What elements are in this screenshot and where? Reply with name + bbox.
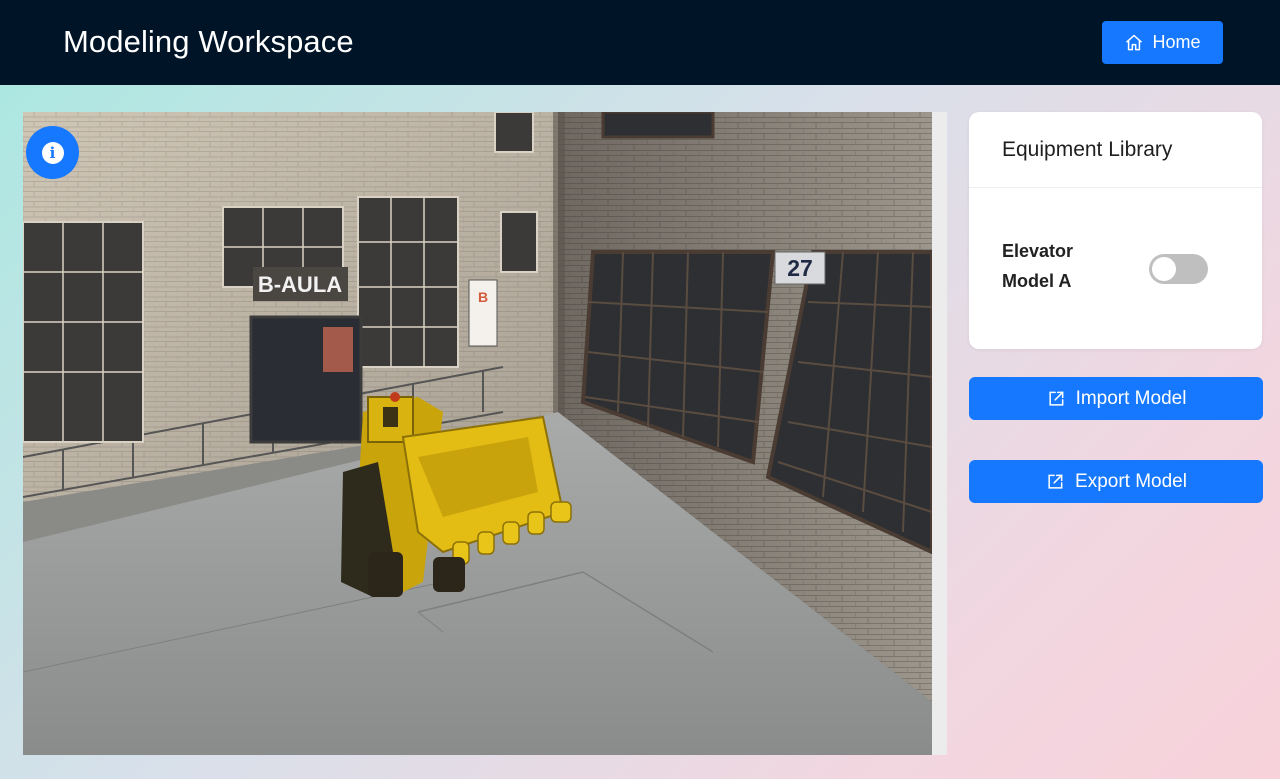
equipment-library-title: Equipment Library xyxy=(1002,137,1173,161)
top-bar: Modeling Workspace Home xyxy=(0,0,1280,85)
import-model-label: Import Model xyxy=(1075,387,1187,409)
3d-viewport[interactable]: B-AULA B 27 xyxy=(23,112,932,755)
external-link-icon xyxy=(1048,391,1063,406)
page-title: Modeling Workspace xyxy=(63,24,354,59)
external-link-icon xyxy=(1048,474,1063,489)
export-model-label: Export Model xyxy=(1075,470,1187,492)
toggle-knob xyxy=(1152,257,1176,281)
info-button[interactable]: i xyxy=(26,126,79,179)
svg-text:B: B xyxy=(478,289,488,305)
building-number: 27 xyxy=(787,255,813,281)
home-button-label: Home xyxy=(1152,32,1201,52)
equipment-library-header: Equipment Library xyxy=(969,112,1262,188)
export-model-button[interactable]: Export Model xyxy=(969,460,1263,503)
elevator-model-toggle[interactable] xyxy=(1149,254,1208,284)
home-button[interactable]: Home xyxy=(1102,21,1223,64)
home-icon xyxy=(1126,34,1143,50)
info-icon: i xyxy=(41,141,64,164)
library-item: Elevator Model A xyxy=(1002,236,1242,296)
equipment-library-panel: Equipment Library Elevator Model A xyxy=(969,112,1262,349)
import-model-button[interactable]: Import Model xyxy=(969,377,1263,420)
viewport-scrollbar[interactable] xyxy=(932,112,947,755)
building-sign: B-AULA xyxy=(258,272,342,297)
library-item-label: Elevator Model A xyxy=(1002,241,1074,291)
scene-canvas[interactable]: B-AULA B 27 xyxy=(23,112,932,755)
